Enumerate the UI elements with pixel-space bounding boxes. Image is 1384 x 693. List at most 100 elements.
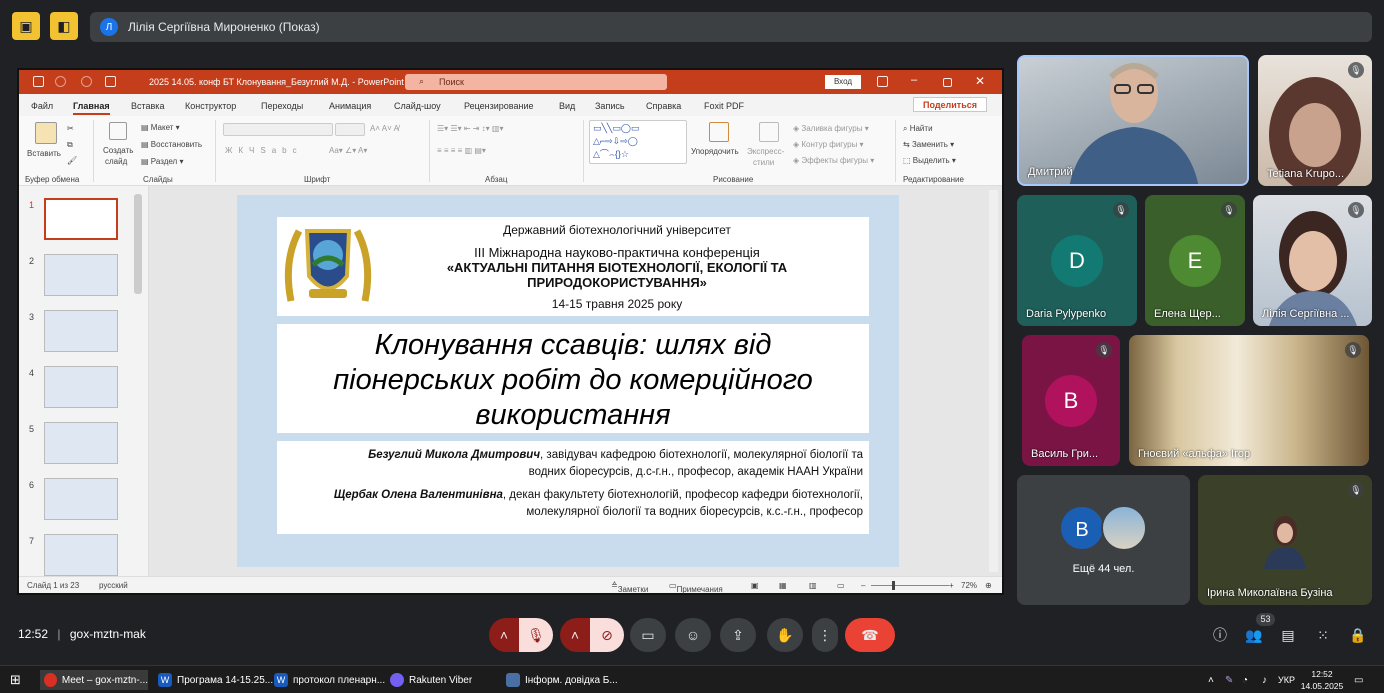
tab-design[interactable]: Конструктор	[185, 101, 236, 111]
tray-clock[interactable]: 12:52 14.05.2025	[1300, 668, 1344, 692]
tab-slideshow[interactable]: Слайд-шоу	[394, 101, 441, 111]
format-painter-icon[interactable]: 🖌	[67, 156, 77, 165]
people-icon[interactable]: 👥	[1242, 623, 1266, 647]
present-off-icon[interactable]: ▣	[12, 12, 40, 40]
select-button[interactable]: ⬚ Выделить ▾	[903, 156, 956, 165]
arrange-label[interactable]: Упорядочить	[691, 147, 739, 156]
audio-options-button[interactable]: ˄	[489, 618, 519, 652]
redo-icon[interactable]	[81, 76, 92, 87]
font-family-select[interactable]	[223, 123, 333, 136]
undo-icon[interactable]	[55, 76, 66, 87]
font-grow-icon[interactable]: A˄ A˅ A̸	[370, 124, 399, 133]
font-color-icons[interactable]: Aa▾ ∠▾ A▾	[329, 146, 367, 155]
start-slideshow-icon[interactable]	[105, 76, 116, 87]
tab-file[interactable]: Файл	[31, 101, 53, 111]
host-controls-icon[interactable]: 🔒	[1346, 623, 1370, 647]
tab-transitions[interactable]: Переходы	[261, 101, 303, 111]
zoom-in-icon[interactable]: +	[949, 581, 954, 590]
windows-start-icon[interactable]: ⊞	[10, 670, 21, 690]
quick-styles-label[interactable]: Экспресс-	[747, 147, 784, 156]
more-options-button[interactable]: ⋮	[812, 618, 838, 652]
slide-scrollbar[interactable]	[989, 190, 998, 572]
more-participants-tile[interactable]: B Ещё 44 чел.	[1017, 475, 1190, 605]
normal-view-icon[interactable]: ▣	[751, 581, 759, 590]
share-button[interactable]: Поделиться	[913, 97, 987, 112]
quick-styles-label-2[interactable]: стили	[753, 158, 774, 167]
taskbar-item-doc[interactable]: Інформ. довідка Б...	[506, 670, 618, 690]
slide-thumbnail-5[interactable]	[44, 422, 118, 464]
paste-icon[interactable]	[35, 122, 57, 144]
save-icon[interactable]	[33, 76, 44, 87]
tab-insert[interactable]: Вставка	[131, 101, 164, 111]
slide-thumbnail-3[interactable]	[44, 310, 118, 352]
tab-foxit[interactable]: Foxit PDF	[704, 101, 744, 111]
slide-thumbnail-2[interactable]	[44, 254, 118, 296]
zoom-out-icon[interactable]: –	[861, 581, 865, 590]
tab-view[interactable]: Вид	[559, 101, 575, 111]
section-button[interactable]: ▤ Раздел ▾	[141, 157, 183, 166]
paste-label[interactable]: Вставить	[27, 149, 61, 158]
shape-fill-button[interactable]: ◈ Заливка фигуры ▾	[793, 124, 869, 133]
taskbar-item-viber[interactable]: Rakuten Viber	[390, 670, 472, 690]
shape-outline-button[interactable]: ◈ Контур фигуры ▾	[793, 140, 864, 149]
ppt-search-box[interactable]: ⌕ Поиск	[405, 74, 667, 90]
tab-home[interactable]: Главная	[73, 101, 110, 115]
list-icons[interactable]: ☰▾ ☰▾ ⇤ ⇥ ↕▾ ▥▾	[437, 124, 503, 133]
participant-tile-elena[interactable]: E 🎙 Елена Щер...	[1145, 195, 1245, 326]
reading-view-icon[interactable]: ▥	[809, 581, 817, 590]
zoom-level[interactable]: 72%	[961, 581, 977, 590]
ribbon-display-icon[interactable]	[877, 76, 888, 87]
maximize-icon[interactable]	[943, 78, 952, 87]
align-icons[interactable]: ≡ ≡ ≡ ≡ ▥ ▤▾	[437, 146, 486, 155]
stop-presenting-icon[interactable]: ◧	[50, 12, 78, 40]
shape-effects-button[interactable]: ◈ Эффекты фигуры ▾	[793, 156, 874, 165]
taskbar-item-meet[interactable]: Meet – gox-mztn-...	[40, 670, 148, 690]
tray-wifi-icon[interactable]: ◔	[1242, 670, 1248, 690]
taskbar-item-word-1[interactable]: W Програма 14-15.25...	[158, 670, 273, 690]
find-button[interactable]: ⌕ Найти	[903, 124, 933, 134]
camera-toggle[interactable]: ⊘	[590, 618, 624, 652]
raise-hand-button[interactable]: ✋	[767, 618, 803, 652]
new-slide-icon[interactable]	[109, 122, 127, 140]
tray-chevron-icon[interactable]: ˄	[1208, 670, 1214, 690]
participant-tile-igor[interactable]: 🎙 Гноєвий «альфа» Ігор	[1129, 335, 1369, 466]
tab-help[interactable]: Справка	[646, 101, 681, 111]
quick-styles-icon[interactable]	[759, 122, 779, 142]
meeting-code[interactable]: gox-mztn-mak	[70, 627, 146, 641]
reset-button[interactable]: ▤ Восстановить	[141, 140, 202, 149]
zoom-slider[interactable]	[871, 585, 949, 586]
slide-thumbnail-7[interactable]	[44, 534, 118, 576]
current-slide[interactable]: Державний біотехнологічний університет І…	[237, 195, 899, 567]
captions-button[interactable]: ▭	[630, 618, 666, 652]
minimize-icon[interactable]: –	[911, 74, 917, 86]
tray-volume-icon[interactable]: ♪	[1262, 670, 1267, 690]
comments-button[interactable]: ▭ Примечания	[669, 581, 723, 594]
notification-icon[interactable]: ▭	[1354, 670, 1363, 690]
participant-tile-dmitriy[interactable]: ⁞ Дмитрий	[1017, 55, 1249, 186]
thumbs-scrollbar[interactable]	[134, 194, 142, 294]
participant-tile-tetiana[interactable]: 🎙 Tetiana Krupo...	[1258, 55, 1372, 186]
close-icon[interactable]: ✕	[975, 74, 985, 88]
fit-slide-icon[interactable]: ⊕	[985, 581, 992, 590]
replace-button[interactable]: ⇆ Заменить ▾	[903, 140, 954, 149]
reactions-button[interactable]: ☺	[675, 618, 711, 652]
slide-thumbnail-1[interactable]	[44, 198, 118, 240]
arrange-icon[interactable]	[709, 122, 729, 142]
copy-icon[interactable]: ⧉	[67, 140, 73, 150]
tab-record[interactable]: Запись	[595, 101, 625, 111]
tab-review[interactable]: Рецензирование	[464, 101, 534, 111]
cut-icon[interactable]: ✂	[67, 124, 74, 133]
notes-button[interactable]: ≙ Заметки	[611, 581, 648, 594]
slide-thumbnail-4[interactable]	[44, 366, 118, 408]
tray-language[interactable]: УКР	[1278, 670, 1295, 690]
tray-pen-icon[interactable]: ✎	[1225, 670, 1233, 690]
chat-icon[interactable]: ▤	[1276, 623, 1300, 647]
shapes-gallery[interactable]: ▭╲╲▭◯▭ △⌐⇨⇩⇨◯ △⌒⌢{}☆	[589, 120, 687, 164]
font-format-icons[interactable]: ЖКЧSabc	[225, 146, 303, 155]
slide-thumbnail-6[interactable]	[44, 478, 118, 520]
participant-tile-liliia[interactable]: 🎙 Лілія Сергіївна ...	[1253, 195, 1372, 326]
info-icon[interactable]: ⓘ	[1208, 623, 1232, 647]
taskbar-item-word-2[interactable]: Wпротокол пленарн...	[274, 670, 385, 690]
font-size-select[interactable]	[335, 123, 365, 136]
zoom-slider-thumb[interactable]	[892, 581, 895, 590]
